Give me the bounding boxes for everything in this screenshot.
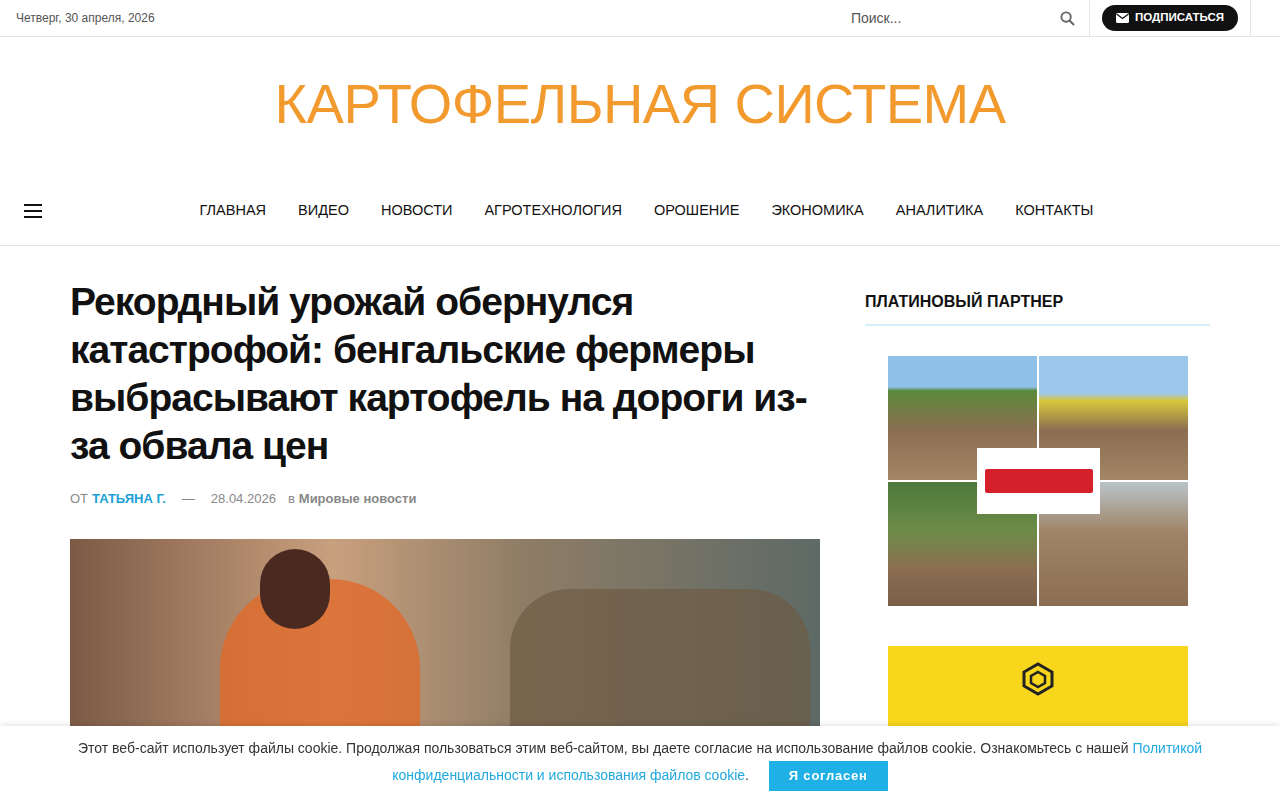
date: Четверг, 30 апреля, 2026 bbox=[0, 9, 155, 27]
partner-logo bbox=[977, 448, 1100, 514]
nav-item[interactable]: АНАЛИТИКА bbox=[896, 200, 983, 222]
menu-icon[interactable] bbox=[24, 204, 42, 218]
envelope-icon bbox=[1116, 13, 1129, 23]
subscribe-button[interactable]: ПОДПИСАТЬСЯ bbox=[1102, 5, 1238, 31]
search-box bbox=[841, 0, 1089, 36]
ad-logo-icon bbox=[1021, 662, 1055, 696]
article-meta: ОТ ТАТЬЯНА Г. — 28.04.2026 в Мировые нов… bbox=[70, 489, 820, 509]
search-icon[interactable] bbox=[1060, 11, 1075, 26]
nav-item[interactable]: ОРОШЕНИЕ bbox=[654, 200, 739, 222]
nav-item[interactable]: ЭКОНОМИКА bbox=[771, 200, 863, 222]
sidebar-heading: ПЛАТИНОВЫЙ ПАРТНЕР bbox=[865, 290, 1210, 326]
accept-button[interactable]: Я согласен bbox=[769, 761, 888, 791]
search-input[interactable] bbox=[851, 8, 1060, 29]
cookie-bar: Этот веб-сайт использует файлы cookie. П… bbox=[0, 726, 1280, 800]
article: Рекордный урожай обернулся катастрофой: … bbox=[70, 278, 820, 800]
partner-ad[interactable] bbox=[888, 356, 1188, 606]
nav-item[interactable]: АГРОТЕХНОЛОГИЯ bbox=[484, 200, 621, 222]
nav-item[interactable]: КОНТАКТЫ bbox=[1015, 200, 1093, 222]
logo-area: КАРТОФЕЛЬНАЯ СИСТЕМА bbox=[0, 37, 1280, 177]
nav-item[interactable]: ВИДЕО bbox=[298, 200, 349, 222]
author-link[interactable]: ТАТЬЯНА Г. bbox=[92, 489, 166, 509]
category-link[interactable]: Мировые новости bbox=[299, 489, 417, 509]
main-nav: ГЛАВНАЯ ВИДЕО НОВОСТИ АГРОТЕХНОЛОГИЯ ОРОШЕНИ… bbox=[0, 177, 1280, 246]
article-title: Рекордный урожай обернулся катастрофой: … bbox=[70, 278, 820, 470]
nav-item[interactable]: НОВОСТИ bbox=[381, 200, 453, 222]
nav-item[interactable]: ГЛАВНАЯ bbox=[200, 200, 267, 222]
logo[interactable]: КАРТОФЕЛЬНАЯ СИСТЕМА bbox=[275, 62, 1006, 146]
sidebar: ПЛАТИНОВЫЙ ПАРТНЕР bbox=[865, 278, 1210, 800]
top-bar: Четверг, 30 апреля, 2026 ПОДПИСАТЬСЯ bbox=[0, 0, 1280, 37]
